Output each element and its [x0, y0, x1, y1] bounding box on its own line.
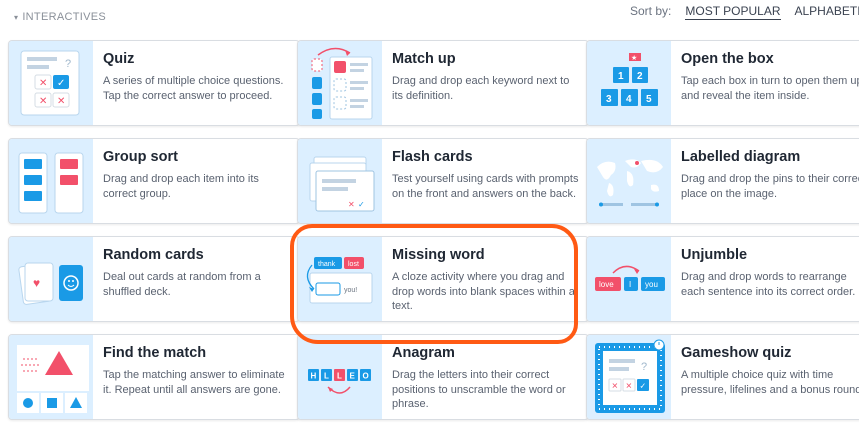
thumb-letter: L [324, 372, 329, 381]
card-description: Test yourself using cards with prompts o… [392, 173, 579, 200]
box-number: 4 [626, 94, 632, 105]
answer-mark: ✕ [612, 382, 619, 391]
card-find-the-match[interactable]: Find the match Tap the matching answer t… [8, 334, 300, 420]
thumb-word: you! [344, 287, 357, 294]
unjumble-thumbnail: love I you [587, 237, 671, 321]
svg-text:✓: ✓ [57, 78, 65, 89]
svg-text:✕: ✕ [57, 96, 65, 107]
card-title: Group sort [103, 149, 178, 165]
thumb-word: you [645, 280, 658, 289]
box-number: 2 [637, 71, 643, 82]
thumb-word: thank [318, 261, 336, 268]
labelled-diagram-thumbnail [587, 139, 671, 223]
sort-most-popular[interactable]: MOST POPULAR [685, 4, 781, 20]
card-group-sort[interactable]: Group sort Drag and drop each item into … [8, 138, 300, 224]
card-title: Quiz [103, 51, 135, 67]
card-open-the-box[interactable]: ★ 1 2 3 4 5 Open the box Tap each box in… [586, 40, 859, 126]
open-the-box-thumbnail: ★ 1 2 3 4 5 [587, 41, 671, 125]
card-description: A multiple choice quiz with time pressur… [681, 369, 859, 396]
card-flash-cards[interactable]: ✕ ✓ Flash cards Test yourself using card… [297, 138, 589, 224]
card-description: Deal out cards at random from a shuffled… [103, 271, 261, 298]
match-up-thumbnail [298, 41, 382, 125]
section-title: INTERACTIVES [22, 11, 106, 23]
thumb-word: love [599, 280, 614, 289]
svg-text:?: ? [641, 361, 647, 373]
box-number: 3 [606, 94, 612, 105]
random-cards-thumbnail: ♥ [9, 237, 93, 321]
card-title: Find the match [103, 345, 207, 361]
card-quiz[interactable]: ? ✕ ✓ ✕ ✕ Quiz A series of multiple choi… [8, 40, 300, 126]
thumb-letter: L [337, 372, 342, 381]
card-description: Drag and drop each item into its correct… [103, 173, 259, 200]
svg-text:?: ? [65, 58, 71, 70]
card-title: Match up [392, 51, 456, 67]
gameshow-quiz-thumbnail: ? ✕ ✕ ✓ [587, 335, 671, 419]
card-title: Labelled diagram [681, 149, 801, 165]
sort-alphabetical[interactable]: ALPHABETICAL [795, 4, 859, 20]
collapse-caret-icon[interactable]: ▾ [14, 13, 18, 22]
card-anagram[interactable]: H L L E O Anagram Drag the letters into … [297, 334, 589, 420]
card-title: Anagram [392, 345, 455, 361]
card-description: A cloze activity where you drag and drop… [392, 271, 575, 312]
svg-text:★: ★ [631, 54, 637, 62]
card-description: Drag and drop words to rearrange each se… [681, 271, 856, 298]
random-cards-icon: ♥ [18, 262, 83, 305]
anagram-thumbnail: H L L E O [298, 335, 382, 419]
world-map-icon [597, 159, 663, 207]
sort-label: Sort by: [630, 4, 672, 18]
thumb-letter: E [350, 372, 356, 381]
missing-word-icon: thank lost you! [306, 257, 373, 304]
missing-word-thumbnail: thank lost you! [298, 237, 382, 321]
card-unjumble[interactable]: love I you Unjumble Drag and drop words … [586, 236, 859, 322]
card-description: Drag and drop the pins to their correct … [681, 173, 859, 200]
card-description: A series of multiple choice questions. T… [103, 75, 284, 102]
card-labelled-diagram[interactable]: Labelled diagram Drag and drop the pins … [586, 138, 859, 224]
card-title: Gameshow quiz [681, 345, 792, 361]
thumb-word: I [629, 280, 631, 289]
answer-mark: ✓ [640, 382, 647, 391]
card-title: Flash cards [392, 149, 473, 165]
gameshow-icon: ? ✕ ✕ ✓ [595, 339, 665, 413]
unjumble-icon: love I you [595, 265, 665, 291]
card-title: Missing word [392, 247, 485, 263]
card-match-up[interactable]: Match up Drag and drop each keyword next… [297, 40, 589, 126]
card-random-cards[interactable]: ♥ Random cards Deal out cards at random … [8, 236, 300, 322]
card-gameshow-quiz[interactable]: ? ✕ ✕ ✓ Gameshow quiz A multiple choice … [586, 334, 859, 420]
svg-text:✓: ✓ [358, 200, 365, 209]
svg-text:✕: ✕ [39, 96, 47, 107]
card-description: Drag and drop each keyword next to its d… [392, 75, 570, 102]
card-description: Tap the matching answer to eliminate it.… [103, 369, 285, 396]
svg-text:♥: ♥ [33, 276, 40, 290]
anagram-icon: H L L E O [308, 369, 371, 394]
box-number: 5 [646, 94, 652, 105]
open-box-icon: ★ 1 2 3 4 5 [601, 53, 658, 106]
thumb-letter: H [311, 372, 317, 381]
group-sort-thumbnail [9, 139, 93, 223]
card-description: Drag the letters into their correct posi… [392, 369, 566, 410]
thumb-word: lost [348, 261, 359, 268]
box-number: 1 [618, 71, 624, 82]
flash-cards-thumbnail: ✕ ✓ [298, 139, 382, 223]
card-description: Tap each box in turn to open them up and… [681, 75, 859, 102]
svg-text:✕: ✕ [348, 200, 355, 209]
card-title: Unjumble [681, 247, 748, 263]
card-title: Open the box [681, 51, 774, 67]
svg-text:✕: ✕ [39, 78, 47, 89]
card-missing-word[interactable]: thank lost you! Missing word A cloze act… [297, 236, 589, 322]
find-the-match-thumbnail [9, 335, 93, 419]
group-sort-icon [18, 152, 84, 214]
sort-bar: Sort by: MOST POPULAR ALPHABETICAL [630, 4, 859, 20]
quiz-thumbnail: ? ✕ ✓ ✕ ✕ [9, 41, 93, 125]
flash-cards-icon: ✕ ✓ [309, 156, 375, 212]
answer-mark: ✕ [626, 382, 633, 391]
quiz-icon: ? ✕ ✓ ✕ ✕ [20, 50, 80, 116]
card-title: Random cards [103, 247, 204, 263]
thumb-letter: O [363, 372, 369, 381]
find-the-match-icon [17, 345, 89, 413]
match-up-icon [311, 47, 373, 120]
section-header[interactable]: ▾ INTERACTIVES [14, 11, 106, 23]
